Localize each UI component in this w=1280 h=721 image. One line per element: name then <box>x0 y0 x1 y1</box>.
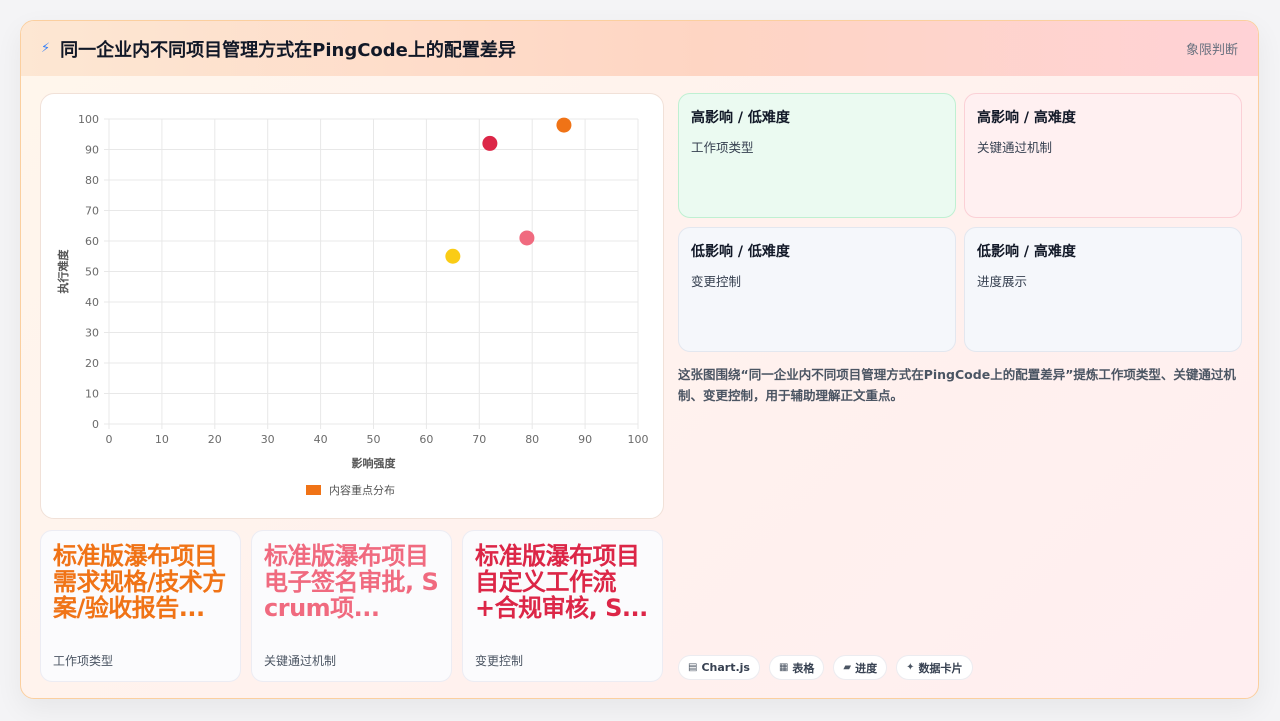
data-point <box>482 135 498 151</box>
description-text: 这张图围绕“同一企业内不同项目管理方式在PingCode上的配置差异”提炼工作项… <box>678 367 1236 403</box>
pill-table[interactable]: ▦ 表格 <box>768 655 825 680</box>
header-tag: 象限判断 <box>1185 43 1238 58</box>
data-point <box>556 117 572 133</box>
y-tick-label: 50 <box>85 266 99 279</box>
pill-label: 数据卡片 <box>918 661 963 675</box>
quadrant-low-impact-low-difficulty: 低影响 / 低难度 变更控制 <box>678 227 956 352</box>
legend-label: 内容重点分布 <box>329 483 395 497</box>
quadrant-high-impact-high-difficulty: 高影响 / 高难度 关键通过机制 <box>964 93 1242 218</box>
quadrant-title: 高影响 / 高难度 <box>977 110 1076 126</box>
quadrant-item: 工作项类型 <box>691 140 754 155</box>
stat-label: 工作项类型 <box>53 654 114 668</box>
x-tick-label: 60 <box>419 433 433 446</box>
pill-data-card[interactable]: ✦ 数据卡片 <box>896 655 973 680</box>
quadrant-title: 低影响 / 低难度 <box>691 244 790 260</box>
quadrant-title: 低影响 / 高难度 <box>977 244 1076 260</box>
quadrant-item: 关键通过机制 <box>977 140 1053 155</box>
stat-value: 标准版瀑布项目 电子签名审批, Scrum项... <box>264 543 439 622</box>
bolt-icon: ⚡ <box>41 41 51 56</box>
table-icon: ▦ <box>778 662 789 673</box>
y-axis-label: 执行难度 <box>56 249 70 294</box>
quadrant-low-impact-high-difficulty: 低影响 / 高难度 进度展示 <box>964 227 1242 352</box>
quadrant-item: 进度展示 <box>977 274 1028 289</box>
pill-label: 表格 <box>792 661 815 675</box>
tag-pills: ▤ Chart.js ▦ 表格 ▰ 进度 ✦ 数据卡片 <box>678 655 973 680</box>
quadrant-item: 变更控制 <box>691 274 742 289</box>
y-tick-label: 80 <box>85 174 99 187</box>
y-tick-label: 90 <box>85 144 99 157</box>
stat-label: 变更控制 <box>475 654 524 668</box>
x-tick-label: 40 <box>314 433 328 446</box>
x-tick-label: 10 <box>155 433 169 446</box>
x-tick-label: 70 <box>472 433 486 446</box>
sparkle-icon: ✦ <box>906 662 915 673</box>
legend-swatch <box>306 485 321 495</box>
pill-chartjs[interactable]: ▤ Chart.js <box>678 655 760 680</box>
pill-label: Chart.js <box>701 661 750 674</box>
y-tick-label: 20 <box>85 357 99 370</box>
scatter-chart-panel: 0 10 20 30 40 50 60 70 80 90 100 100 90 80 70 60 50 40 30 2… <box>40 93 664 519</box>
quadrant-title: 高影响 / 低难度 <box>691 110 790 126</box>
x-tick-label: 50 <box>367 433 381 446</box>
data-point <box>519 230 535 246</box>
x-tick-label: 100 <box>628 433 649 446</box>
stat-card-2: 标准版瀑布项目 电子签名审批, Scrum项... 关键通过机制 <box>251 530 452 682</box>
stat-card-1: 标准版瀑布项目 需求规格/技术方案/验收报告... 工作项类型 <box>40 530 241 682</box>
infographic-card: ⚡ 同一企业内不同项目管理方式在PingCode上的配置差异 象限判断 0 10 2… <box>20 20 1259 699</box>
y-tick-label: 60 <box>85 235 99 248</box>
stat-label: 关键通过机制 <box>264 654 337 668</box>
scatter-chart: 0 10 20 30 40 50 60 70 80 90 100100908070605040302… <box>56 113 649 497</box>
x-tick-label: 80 <box>525 433 539 446</box>
x-tick-label: 90 <box>578 433 592 446</box>
pill-progress[interactable]: ▰ 进度 <box>833 655 888 680</box>
page-title: 同一企业内不同项目管理方式在PingCode上的配置差异 <box>60 39 516 61</box>
stat-card-3: 标准版瀑布项目 自定义工作流+合规审核, S... 变更控制 <box>462 530 663 682</box>
header: ⚡ 同一企业内不同项目管理方式在PingCode上的配置差异 象限判断 <box>21 21 1258 76</box>
stat-value: 标准版瀑布项目 需求规格/技术方案/验收报告... <box>53 543 226 622</box>
pill-label: 进度 <box>855 661 878 675</box>
y-tick-label: 100 <box>78 113 99 126</box>
x-tick-label: 30 <box>261 433 275 446</box>
stat-value: 标准版瀑布项目 自定义工作流+合规审核, S... <box>475 543 648 622</box>
y-tick-label: 40 <box>85 296 99 309</box>
progress-icon: ▰ <box>843 662 852 673</box>
data-point <box>445 248 461 264</box>
quadrant-high-impact-low-difficulty: 高影响 / 低难度 工作项类型 <box>678 93 956 218</box>
x-tick-label: 20 <box>208 433 222 446</box>
y-tick-label: 10 <box>85 388 99 401</box>
x-axis-label: 影响强度 <box>352 456 397 470</box>
y-tick-label: 30 <box>85 327 99 340</box>
y-tick-label: 70 <box>85 205 99 218</box>
chart-icon: ▤ <box>688 662 698 673</box>
x-tick-label: 0 <box>106 433 113 446</box>
y-tick-label: 0 <box>92 418 99 431</box>
